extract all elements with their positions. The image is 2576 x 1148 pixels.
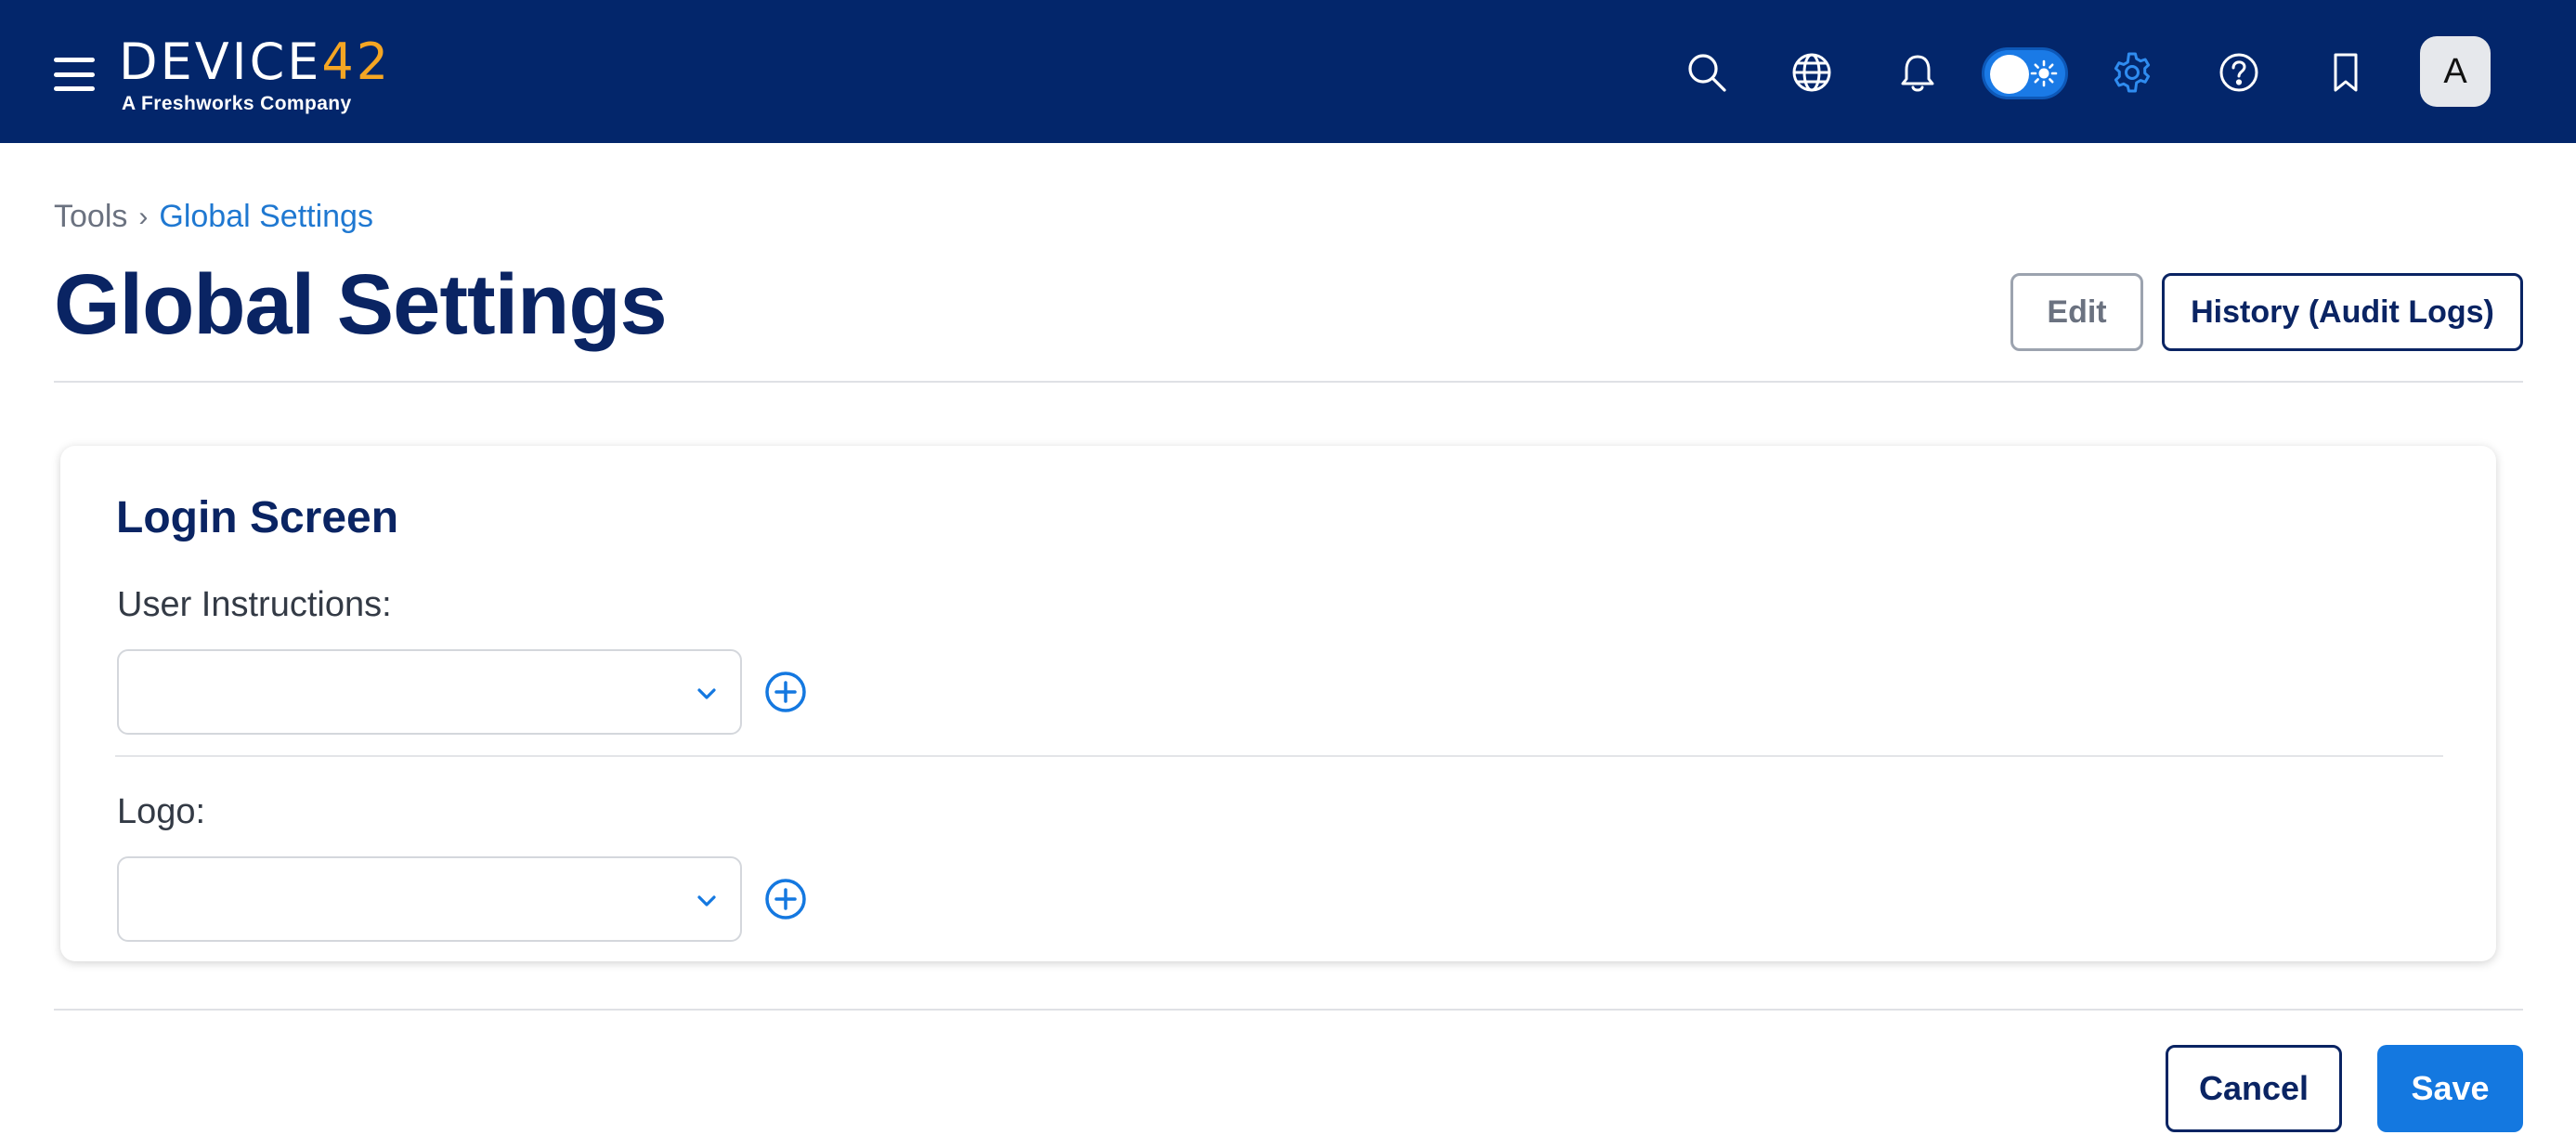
theme-toggle[interactable]: [1982, 47, 2068, 99]
logo-select[interactable]: [117, 856, 742, 942]
card-title: Login Screen: [116, 493, 399, 542]
save-button[interactable]: Save: [2377, 1045, 2523, 1132]
add-user-instructions-icon[interactable]: [762, 669, 809, 715]
logo-tagline: A Freshworks Company: [122, 93, 352, 114]
chevron-down-icon: [697, 688, 716, 699]
bell-icon[interactable]: [1893, 48, 1942, 97]
footer-divider: [54, 1009, 2523, 1011]
login-screen-card: Login Screen User Instructions: Logo:: [60, 446, 2496, 961]
header-divider: [54, 381, 2523, 383]
user-instructions-select[interactable]: [117, 649, 742, 735]
logo-label: Logo:: [117, 792, 206, 831]
menu-icon[interactable]: [54, 58, 95, 91]
top-navigation-bar: DEVICE42 A Freshworks Company A: [0, 0, 2576, 143]
chevron-down-icon: [697, 895, 716, 907]
bookmark-icon[interactable]: [2322, 48, 2370, 97]
help-icon[interactable]: [2215, 48, 2263, 97]
edit-button[interactable]: Edit: [2010, 273, 2143, 351]
cancel-button[interactable]: Cancel: [2166, 1045, 2342, 1132]
breadcrumb-separator: ›: [138, 201, 149, 232]
logo-wordmark: DEVICE42: [119, 33, 392, 91]
breadcrumb: Tools › Global Settings: [54, 199, 373, 235]
search-icon[interactable]: [1683, 48, 1731, 97]
toggle-knob: [1990, 55, 2029, 94]
page-title: Global Settings: [54, 257, 668, 352]
breadcrumb-tools-link[interactable]: Tools: [54, 199, 127, 235]
gear-icon[interactable]: [2108, 48, 2156, 97]
sun-icon: [2030, 59, 2058, 87]
add-logo-icon[interactable]: [762, 876, 809, 922]
logo[interactable]: DEVICE42 A Freshworks Company: [119, 37, 391, 115]
breadcrumb-current[interactable]: Global Settings: [159, 199, 373, 235]
user-instructions-label: User Instructions:: [117, 585, 392, 624]
user-avatar[interactable]: A: [2420, 36, 2491, 107]
globe-icon[interactable]: [1788, 48, 1836, 97]
field-divider: [115, 755, 2443, 757]
history-audit-logs-button[interactable]: History (Audit Logs): [2162, 273, 2523, 351]
